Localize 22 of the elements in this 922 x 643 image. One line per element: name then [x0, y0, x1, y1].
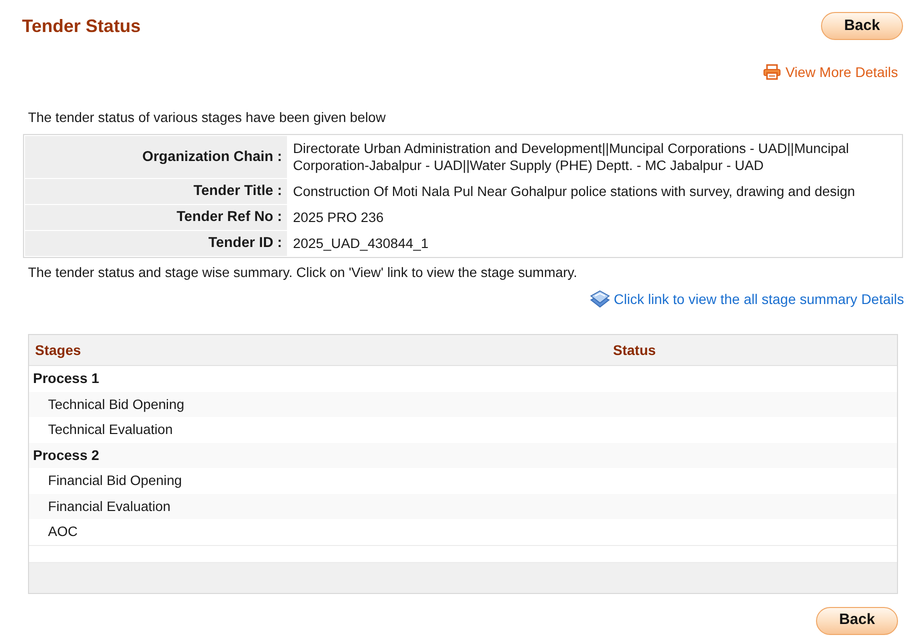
back-button[interactable]: Back [816, 606, 898, 634]
field-label: Organization Chain : [25, 136, 287, 178]
field-label: Tender ID : [25, 231, 287, 256]
process-label: Process 2 [32, 446, 100, 464]
stage-summary-link[interactable]: Click link to view the all stage summary Details [590, 290, 904, 308]
stage-label: Financial Evaluation [47, 498, 170, 515]
column-header: Status [612, 340, 657, 360]
view-more-details-link[interactable]: View More Details [763, 64, 898, 80]
stage-label: Technical Evaluation [47, 421, 173, 438]
field-label: Tender Ref No : [25, 205, 287, 230]
column-header: Stages [34, 340, 82, 360]
stage-label: AOC [47, 523, 78, 540]
page-title: Tender Status [22, 15, 141, 38]
intro-text: The tender status of various stages have been given below [28, 110, 386, 126]
process-label: Process 1 [32, 370, 100, 388]
printer-icon [763, 64, 782, 80]
field-label: Tender Title : [25, 179, 287, 204]
stage-label: Technical Bid Opening [47, 396, 184, 413]
back-button[interactable]: Back [821, 12, 903, 40]
stage-label: Financial Bid Opening [47, 472, 182, 490]
stacked-diamond-icon [590, 290, 610, 308]
summary-text: The tender status and stage wise summary. Click on 'View' link to view the stage summary. [28, 265, 578, 281]
